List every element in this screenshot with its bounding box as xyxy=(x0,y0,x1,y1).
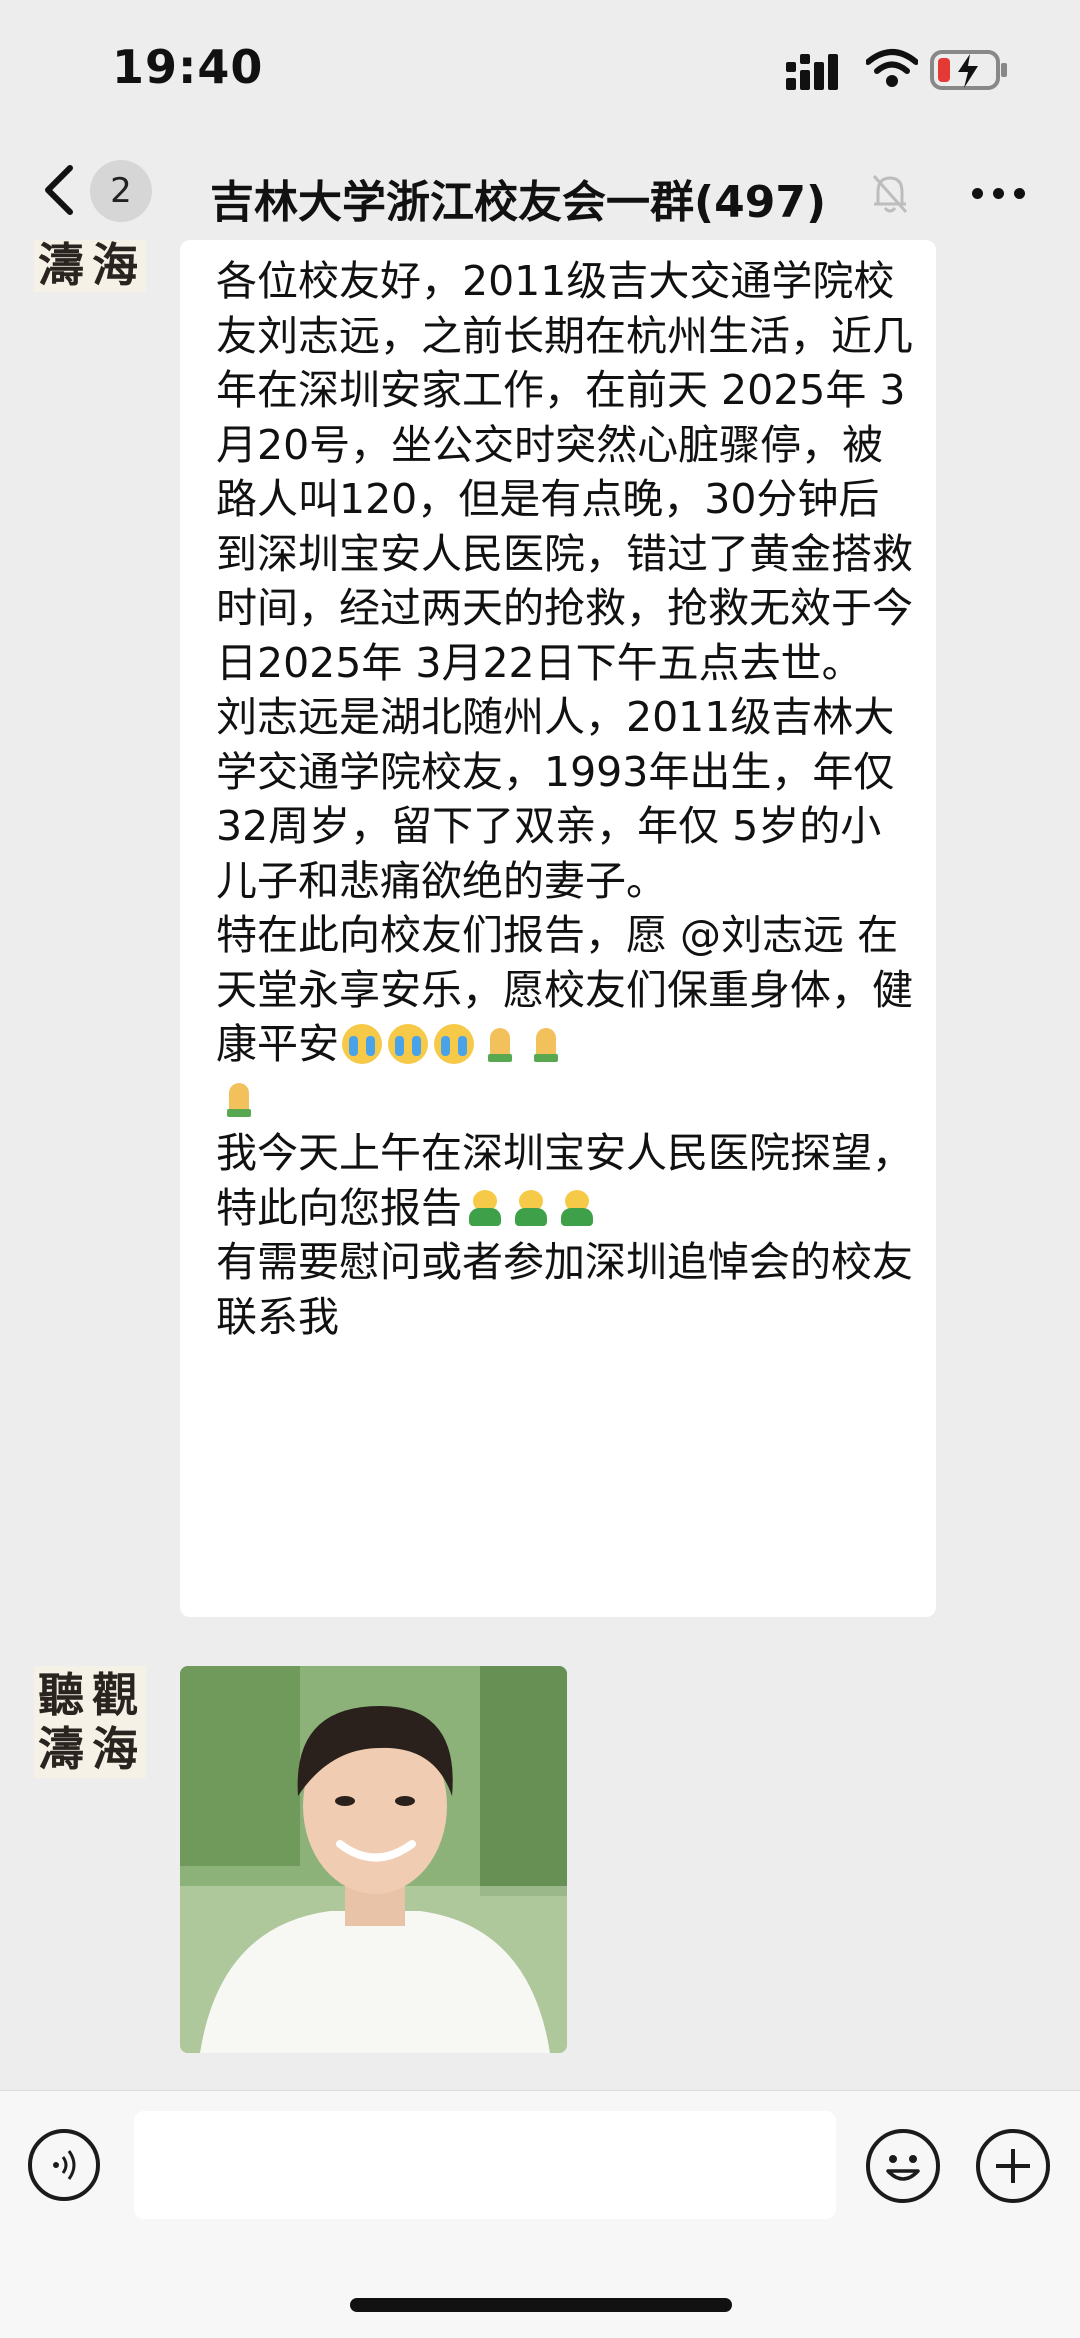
folded-hands-icon xyxy=(480,1024,520,1064)
avatar-char: 海 xyxy=(92,240,138,292)
status-time: 19:40 xyxy=(112,40,264,94)
message-paragraph: 各位校友好，2011级吉大交通学院校友刘志远，之前长期在杭州生活，近几年在深圳安… xyxy=(216,257,913,687)
message-paragraph: 有需要慰问或者参加深圳追悼会的校友联系我 xyxy=(216,1238,913,1341)
loudly-crying-face-icon xyxy=(434,1024,474,1064)
image-message[interactable] xyxy=(180,1666,567,2053)
text-message-bubble[interactable]: 各位校友好，2011级吉大交通学院校友刘志远，之前长期在杭州生活，近几年在深圳安… xyxy=(180,240,936,1617)
bowing-person-icon xyxy=(557,1188,597,1228)
unread-count-badge[interactable]: 2 xyxy=(90,160,152,222)
ellipsis-icon[interactable] xyxy=(972,184,1035,203)
avatar-char: 海 xyxy=(92,1722,138,1776)
chat-header: 2 吉林大学浙江校友会一群(497) xyxy=(0,140,1080,240)
loudly-crying-face-icon xyxy=(388,1024,428,1064)
folded-hands-icon xyxy=(219,1079,259,1119)
message-input[interactable] xyxy=(134,2111,836,2219)
message-text: 各位校友好，2011级吉大交通学院校友刘志远，之前长期在杭州生活，近几年在深圳安… xyxy=(216,254,916,1344)
plus-circle-icon[interactable] xyxy=(976,2129,1050,2203)
folded-hands-icon xyxy=(526,1024,566,1064)
sender-avatar[interactable]: 聽 觀 濤 海 xyxy=(34,1666,146,1778)
smiley-icon[interactable] xyxy=(866,2129,940,2203)
avatar-char: 濤 xyxy=(38,240,84,292)
cellular-signal-icon xyxy=(786,54,838,90)
voice-icon[interactable] xyxy=(28,2129,100,2201)
chat-title: 吉林大学浙江校友会一群(497) xyxy=(210,177,827,228)
bowing-person-icon xyxy=(465,1188,505,1228)
bell-slash-icon xyxy=(872,175,908,213)
battery-charging-icon xyxy=(930,50,1007,90)
message-list[interactable]: 濤 海 各位校友好，2011级吉大交通学院校友刘志远，之前长期在杭州生活，近几年… xyxy=(0,240,1080,2090)
message-paragraph: 刘志远是湖北随州人，2011级吉林大学交通学院校友，1993年出生，年仅 32周… xyxy=(216,693,908,905)
avatar-char: 聽 xyxy=(38,1668,84,1722)
portrait-photo xyxy=(180,1666,567,2053)
bowing-person-icon xyxy=(511,1188,551,1228)
avatar-char: 觀 xyxy=(92,1668,138,1722)
chevron-left-icon[interactable] xyxy=(40,164,80,216)
home-indicator xyxy=(350,2298,732,2312)
avatar-char: 濤 xyxy=(38,1722,84,1776)
wifi-icon xyxy=(866,49,918,87)
loudly-crying-face-icon xyxy=(342,1024,382,1064)
status-bar: 19:40 xyxy=(0,0,1080,140)
sender-avatar[interactable]: 濤 海 xyxy=(34,240,146,292)
